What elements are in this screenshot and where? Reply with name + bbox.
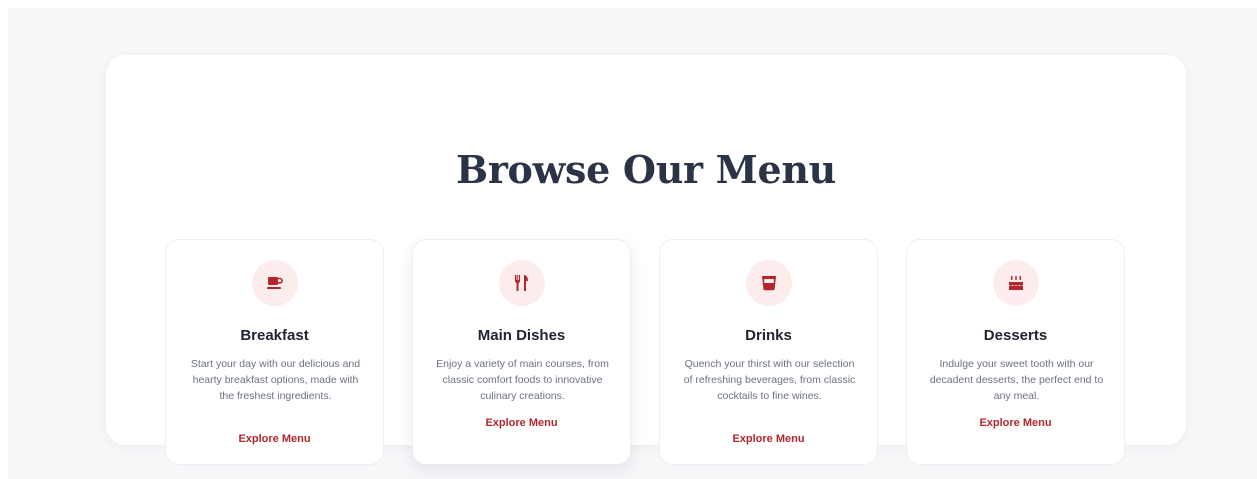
menu-section: Browse Our Menu Breakfast Start your day… [106, 55, 1186, 465]
drinks-icon-badge [746, 260, 792, 306]
card-description: Enjoy a variety of main courses, from cl… [436, 358, 609, 402]
breakfast-icon-badge [252, 260, 298, 306]
page-background: Browse Our Menu Breakfast Start your day… [8, 8, 1257, 479]
card-title: Main Dishes [477, 327, 566, 344]
explore-menu-link-main-dishes[interactable]: Explore Menu [413, 416, 630, 430]
explore-menu-link-desserts[interactable]: Explore Menu [907, 416, 1124, 430]
card-title: Desserts [983, 327, 1048, 344]
section-heading: Browse Our Menu [456, 147, 836, 192]
desserts-icon-badge [993, 260, 1039, 306]
menu-card-desserts: Desserts Indulge your sweet tooth with o… [906, 239, 1125, 465]
card-description: Start your day with our delicious and he… [190, 358, 361, 402]
menu-card-main-dishes: Main Dishes Enjoy a variety of main cour… [412, 239, 631, 465]
main-dishes-icon-badge [499, 260, 545, 306]
card-title: Drinks [745, 327, 792, 344]
menu-card-breakfast: Breakfast Start your day with our delici… [165, 239, 384, 465]
cake-icon [1009, 276, 1023, 290]
menu-card-drinks: Drinks Quench your thirst with our selec… [659, 239, 878, 465]
explore-menu-link-breakfast[interactable]: Explore Menu [166, 432, 383, 446]
card-description: Quench your thirst with our selection of… [683, 358, 856, 402]
glass-icon [762, 276, 776, 291]
card-title: Breakfast [240, 327, 309, 344]
coffee-cup-icon [267, 277, 283, 289]
utensils-icon [515, 275, 528, 291]
card-description: Indulge your sweet tooth with our decade… [929, 358, 1104, 402]
explore-menu-link-drinks[interactable]: Explore Menu [660, 432, 877, 446]
